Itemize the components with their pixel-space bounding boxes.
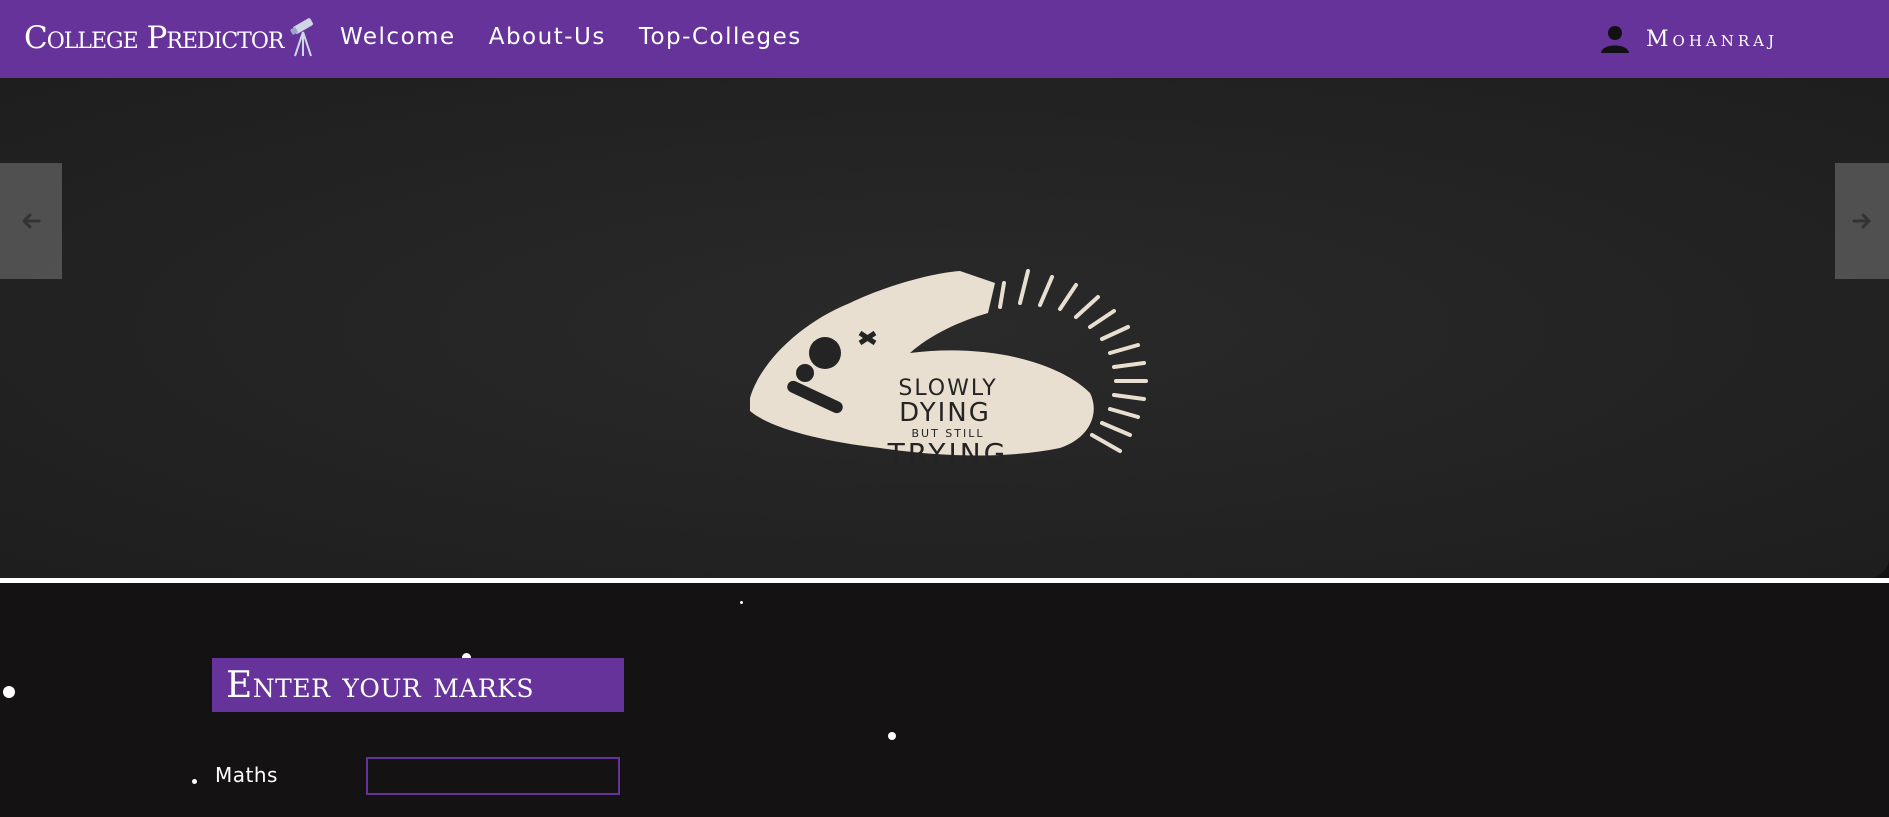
nav-link-about-us[interactable]: About-Us xyxy=(489,24,606,50)
star-dot xyxy=(740,601,743,604)
star-dot xyxy=(888,732,896,740)
slide-illustration: SLOWLY DYING BUT STILL TRYING xyxy=(750,269,1148,470)
telescope-icon xyxy=(290,18,314,57)
nav-link-top-colleges[interactable]: Top-Colleges xyxy=(639,24,802,50)
brand-title: College Predictor xyxy=(24,20,284,56)
user-menu[interactable]: Mohanraj xyxy=(1600,24,1778,54)
form-heading: Enter your marks xyxy=(212,658,624,712)
hero-carousel: SLOWLY DYING BUT STILL TRYING xyxy=(0,78,1889,578)
maths-input[interactable] xyxy=(366,757,620,795)
maths-label: Maths xyxy=(215,763,278,787)
carousel-next-button[interactable] xyxy=(1835,163,1889,279)
marks-form-section: Enter your marks Maths xyxy=(0,583,1889,817)
user-icon xyxy=(1601,26,1629,53)
carousel-prev-button[interactable] xyxy=(0,163,62,279)
star-dot xyxy=(3,686,15,698)
top-navbar: College Predictor Welcome About-Us Top-C… xyxy=(0,0,1889,78)
arrow-left-icon xyxy=(22,213,41,229)
svg-text:DYING: DYING xyxy=(899,398,991,428)
nav-link-welcome[interactable]: Welcome xyxy=(340,24,456,50)
svg-text:TRYING: TRYING xyxy=(887,437,1009,470)
user-name: Mohanraj xyxy=(1646,26,1779,52)
arrow-right-icon xyxy=(1852,213,1871,229)
nav-links: Welcome About-Us Top-Colleges xyxy=(340,24,835,50)
star-dot xyxy=(192,779,197,784)
brand-logo[interactable]: College Predictor xyxy=(24,16,317,60)
